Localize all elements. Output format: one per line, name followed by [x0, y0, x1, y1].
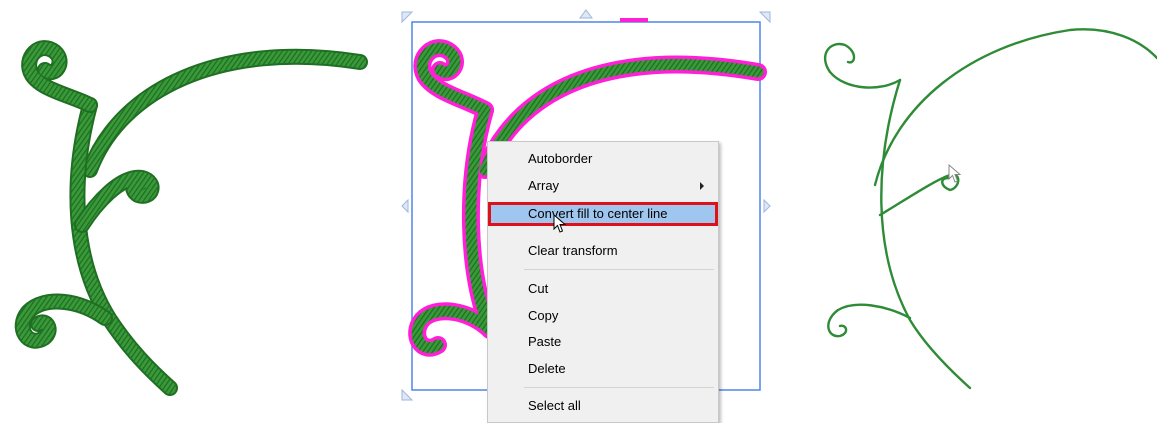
menu-item-label: Convert fill to center line	[528, 206, 668, 221]
menu-item-label: Paste	[528, 334, 562, 349]
handle-right[interactable]	[763, 198, 771, 214]
menu-item-label: Clear transform	[528, 243, 618, 258]
menu-item-convert-fill-to-center-line[interactable]: Convert fill to center line	[488, 202, 718, 226]
menu-separator	[524, 387, 714, 388]
menu-item-cut[interactable]: Cut	[488, 278, 718, 300]
menu-item-paste[interactable]: Paste	[488, 331, 718, 353]
handle-top[interactable]	[579, 9, 593, 19]
menu-item-label: Select all	[528, 398, 581, 413]
chevron-right-icon	[700, 182, 704, 190]
center-line-graphic	[823, 28, 1157, 390]
menu-item-label: Delete	[528, 361, 566, 376]
menu-item-label: Array	[528, 178, 560, 193]
fill-design-graphic	[14, 40, 368, 396]
menu-separator	[524, 269, 714, 270]
menu-item-label: Cut	[528, 281, 549, 296]
center-line-result	[800, 0, 1157, 413]
menu-item-clear-transform[interactable]: Clear transform	[488, 240, 718, 262]
arrow-pointer-icon	[553, 214, 567, 234]
handle-top-right[interactable]	[758, 11, 771, 24]
handle-top-left[interactable]	[401, 11, 414, 24]
menu-item-label: Autoborder	[528, 151, 593, 166]
context-menu: Autoborder Array Convert fill to center …	[487, 141, 719, 423]
original-fill-design	[0, 0, 370, 413]
menu-item-copy[interactable]: Copy	[488, 305, 718, 327]
menu-item-label: Copy	[528, 308, 559, 323]
menu-item-select-all[interactable]: Select all	[488, 395, 718, 417]
menu-item-array[interactable]: Array	[488, 175, 718, 197]
handle-left[interactable]	[401, 198, 409, 214]
handle-bottom-left[interactable]	[401, 388, 414, 401]
arrow-pointer-icon	[948, 164, 962, 184]
menu-item-delete[interactable]: Delete	[488, 358, 718, 380]
menu-item-autoborder[interactable]: Autoborder	[488, 148, 718, 170]
